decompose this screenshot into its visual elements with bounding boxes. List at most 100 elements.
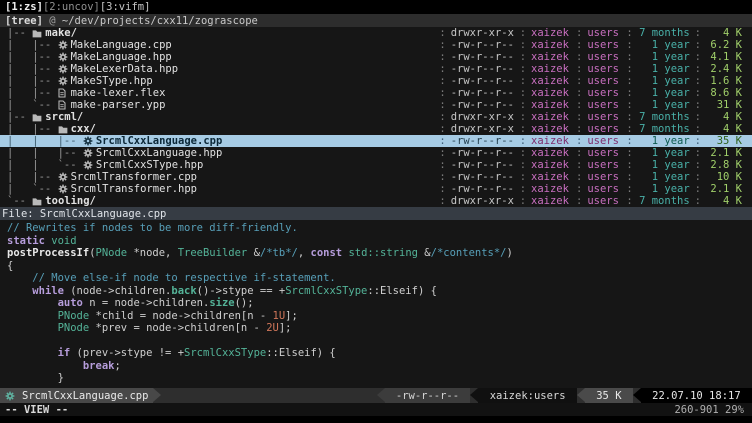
file-date: 1 year — [638, 159, 690, 171]
code-line: PNode *prev = node->children[n - 2U]; — [7, 322, 752, 335]
code-token: & — [247, 247, 260, 259]
column-separator: : — [571, 195, 587, 207]
code-token: // Rewrites if nodes to be more diff-fri… — [7, 222, 298, 234]
file-group: users — [587, 159, 621, 171]
column-separator: : — [571, 183, 587, 195]
tree-branch: | `-- — [7, 99, 58, 111]
tabs-bar: [1:zs] [2:uncov] [3:vifm] — [0, 0, 752, 14]
table-row[interactable]: | |-- SrcmlTransformer.cpp : -rw-r--r-- … — [0, 171, 752, 183]
table-row[interactable]: | |-- MakeSType.hpp : -rw-r--r-- : xaize… — [0, 75, 752, 87]
tree-branch: |-- — [7, 111, 32, 123]
code-token: PNode — [58, 310, 90, 322]
gear-icon — [83, 148, 96, 158]
code-token: static — [7, 235, 45, 247]
code-token — [7, 310, 58, 322]
file-date: 7 months — [638, 195, 690, 207]
file-owner: xaizek — [531, 135, 571, 147]
code-line: // Rewrites if nodes to be more diff-fri… — [7, 222, 752, 235]
file-size: 2.8 K — [706, 159, 742, 171]
column-separator: : — [434, 39, 450, 51]
tree-branch: | |-- — [7, 87, 58, 99]
file-permissions: -rw-r--r-- — [451, 99, 515, 111]
table-row[interactable]: | |-- MakeLexerData.hpp : -rw-r--r-- : x… — [0, 63, 752, 75]
column-separator: : — [571, 135, 587, 147]
table-row[interactable]: | | |-- SrcmlCxxLanguage.cpp : -rw-r--r-… — [0, 135, 752, 147]
file-name: tooling/ — [45, 195, 96, 207]
file-name-cell: | |-- MakeLanguage.hpp — [7, 51, 434, 63]
column-separator: : — [571, 27, 587, 39]
table-row[interactable]: `-- tooling/ : drwxr-xr-x : xaizek : use… — [0, 195, 752, 207]
code-token: 2U — [266, 322, 279, 334]
column-separator: : — [690, 147, 706, 159]
code-token: { — [7, 260, 13, 272]
status-owner-group: xaizek:users — [478, 388, 577, 403]
folder-icon — [32, 29, 45, 38]
status-permissions: -rw-r--r-- — [385, 388, 471, 403]
powerline-separator — [577, 388, 585, 402]
table-row[interactable]: | |-- make-lexer.flex : -rw-r--r-- : xai… — [0, 87, 752, 99]
file-date: 1 year — [638, 63, 690, 75]
tab-zs[interactable]: [1:zs] — [5, 1, 43, 13]
file-size: 4 K — [706, 111, 742, 123]
file-date: 1 year — [638, 51, 690, 63]
table-row[interactable]: | |-- MakeLanguage.hpp : -rw-r--r-- : xa… — [0, 51, 752, 63]
mode-indicator: -- VIEW -- — [5, 404, 68, 416]
code-view[interactable]: // Rewrites if nodes to be more diff-fri… — [0, 220, 752, 388]
file-permissions: -rw-r--r-- — [451, 75, 515, 87]
file-owner: xaizek — [531, 75, 571, 87]
current-path: ~/dev/projects/cxx11/zograscope — [62, 15, 258, 27]
column-separator: : — [434, 63, 450, 75]
code-token: break — [83, 360, 115, 372]
file-size: 2.1 K — [706, 147, 742, 159]
code-token: std::string — [348, 247, 418, 259]
column-separator: : — [515, 147, 531, 159]
file-group: users — [587, 123, 621, 135]
file-size: 4.1 K — [706, 51, 742, 63]
column-separator: : — [434, 183, 450, 195]
tab-uncov[interactable]: [2:uncov] — [43, 1, 100, 13]
file-name-cell: | |-- MakeLexerData.hpp — [7, 63, 434, 75]
column-separator: : — [434, 75, 450, 87]
table-row[interactable]: | `-- SrcmlTransformer.hpp : -rw-r--r-- … — [0, 183, 752, 195]
tab-vifm[interactable]: [3:vifm] — [100, 1, 151, 13]
file-permissions: -rw-r--r-- — [451, 171, 515, 183]
file-name: SrcmlTransformer.hpp — [71, 183, 197, 195]
table-row[interactable]: | |-- cxx/ : drwxr-xr-x : xaizek : users… — [0, 123, 752, 135]
file-name-cell: |-- make/ — [7, 27, 434, 39]
table-row[interactable]: | `-- make-parser.ypp : -rw-r--r-- : xai… — [0, 99, 752, 111]
code-token: TreeBuilder — [178, 247, 248, 259]
file-name-cell: | |-- MakeSType.hpp — [7, 75, 434, 87]
table-row[interactable]: | | |-- SrcmlCxxLanguage.hpp : -rw-r--r-… — [0, 147, 752, 159]
column-separator: : — [515, 183, 531, 195]
table-row[interactable]: |-- srcml/ : drwxr-xr-x : xaizek : users… — [0, 111, 752, 123]
column-separator: : — [515, 135, 531, 147]
tree-branch: | | |-- — [7, 147, 83, 159]
code-token: *node, — [127, 247, 178, 259]
code-token: /*contents*/ — [431, 247, 507, 259]
file-permissions: -rw-r--r-- — [451, 135, 515, 147]
file-date: 1 year — [638, 171, 690, 183]
code-token: PNode — [96, 247, 128, 259]
folder-icon — [32, 197, 45, 206]
column-separator: : — [434, 51, 450, 63]
table-row[interactable]: | | `-- SrcmlCxxSType.hpp : -rw-r--r-- :… — [0, 159, 752, 171]
code-token: PNode — [58, 322, 90, 334]
file-date: 1 year — [638, 135, 690, 147]
file-owner: xaizek — [531, 183, 571, 195]
column-separator: : — [621, 159, 637, 171]
file-size: 10 K — [706, 171, 742, 183]
table-row[interactable]: |-- make/ : drwxr-xr-x : xaizek : users … — [0, 27, 752, 39]
doc-icon — [58, 100, 71, 110]
mode-line: -- VIEW -- 260-901 29% — [0, 403, 752, 416]
file-permissions: -rw-r--r-- — [451, 159, 515, 171]
file-group: users — [587, 147, 621, 159]
file-date: 1 year — [638, 147, 690, 159]
code-line: PNode *child = node->children[n - 1U]; — [7, 310, 752, 323]
table-row[interactable]: | |-- MakeLanguage.cpp : -rw-r--r-- : xa… — [0, 39, 752, 51]
file-owner: xaizek — [531, 123, 571, 135]
file-name-cell: `-- tooling/ — [7, 195, 434, 207]
column-separator: : — [621, 39, 637, 51]
column-separator: : — [690, 111, 706, 123]
file-size: 2.1 K — [706, 183, 742, 195]
code-token: size — [209, 297, 234, 309]
